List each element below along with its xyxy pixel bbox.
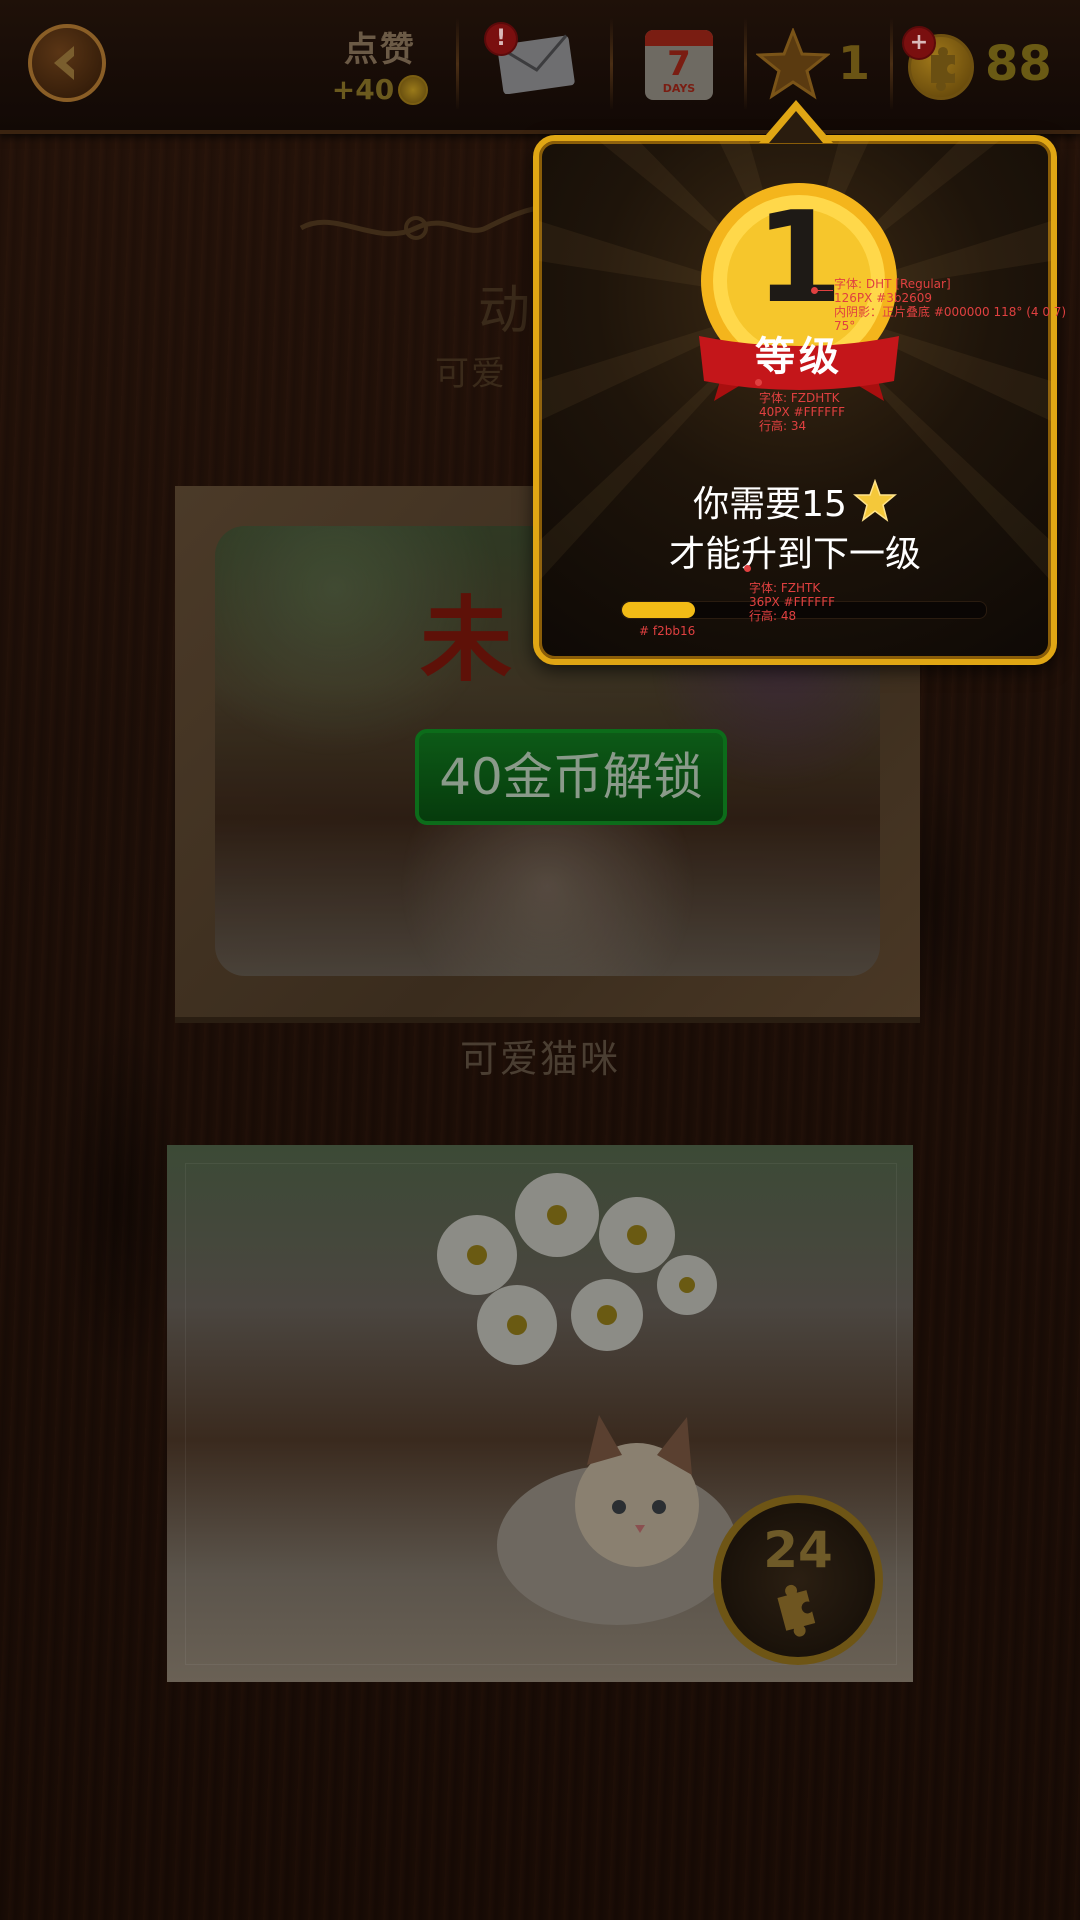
annotation-number-font: 字体: DHT [Regular] <box>834 277 951 291</box>
add-coins-button[interactable]: + <box>902 26 936 60</box>
divider <box>610 18 613 110</box>
level-up-text: 才能升到下一级 <box>668 534 921 575</box>
like-title: 点赞 <box>344 30 416 70</box>
category-subtitle: 可爱 <box>435 354 507 394</box>
level-label: 等级 <box>755 334 843 380</box>
annotation-dot <box>755 379 762 386</box>
annotation-number-extra: 75° <box>834 319 856 333</box>
daily-calendar-button[interactable]: 7 DAYS <box>645 30 713 100</box>
locked-status-text: 未 <box>420 587 513 694</box>
puzzle-piece-icon <box>777 1584 816 1637</box>
annotation-number-size: 126PX #3b2609 <box>834 291 933 305</box>
divider <box>890 18 893 110</box>
unlock-with-coins-button[interactable]: 40金币解锁 <box>415 729 727 825</box>
divider <box>744 18 747 110</box>
annotation-text-size: 36PX #FFFFFF <box>749 595 836 609</box>
kitten-image <box>497 1415 737 1625</box>
like-reward-amount: +40 <box>331 73 395 106</box>
annotation-line <box>817 290 833 291</box>
puzzle-card[interactable]: 24 <box>167 1145 913 1682</box>
annotation-text-line-height: 行高: 48 <box>749 609 797 623</box>
calendar-label: DAYS <box>662 82 696 95</box>
divider <box>456 18 459 110</box>
level-progress-fill <box>622 602 695 618</box>
star-icon <box>852 479 897 522</box>
puzzle-caption: 可爱猫咪 <box>460 1037 621 1081</box>
title-ornament <box>299 203 552 240</box>
mail-notification-badge: ! <box>484 22 518 56</box>
back-button[interactable] <box>28 24 106 102</box>
top-bar: 点赞 +40 ! 7 DAYS 1 + 88 <box>0 0 1080 134</box>
coin-count: 88 <box>985 36 1052 92</box>
like-reward: +40 <box>330 73 430 106</box>
annotation-label-font: 字体: FZDHTK <box>759 391 840 405</box>
star-count: 1 <box>838 36 871 90</box>
back-arrow-icon <box>54 46 74 80</box>
annotation-number-shadow: 内阴影：正片叠底 #000000 118° (4 0 7) <box>834 305 1067 319</box>
piece-count-badge: 24 <box>713 1495 883 1665</box>
category-title: 动 <box>478 281 531 341</box>
annotation-label-size: 40PX #FFFFFF <box>759 405 846 419</box>
annotation-label-line-height: 行高: 34 <box>759 419 807 433</box>
star-icon[interactable] <box>756 28 830 100</box>
stars-needed-label: 你需要15 <box>693 484 847 525</box>
stars-needed-text: 你需要15 <box>539 475 1051 527</box>
level-popup: 1 等级 你需要15 才能升到下一级 字体: DHT [Regular] 126… <box>533 100 1066 665</box>
daisy-flowers-image <box>437 1173 717 1365</box>
coin-icon <box>398 74 429 105</box>
piece-count: 24 <box>763 1521 833 1579</box>
popup-pointer <box>759 100 833 143</box>
annotation-progress-color: # f2bb16 <box>639 624 696 638</box>
annotation-text-font: 字体: FZHTK <box>749 581 821 595</box>
calendar-number: 7 <box>667 44 691 84</box>
like-reward-button[interactable]: 点赞 +40 <box>330 22 430 106</box>
annotation-dot <box>744 565 751 572</box>
